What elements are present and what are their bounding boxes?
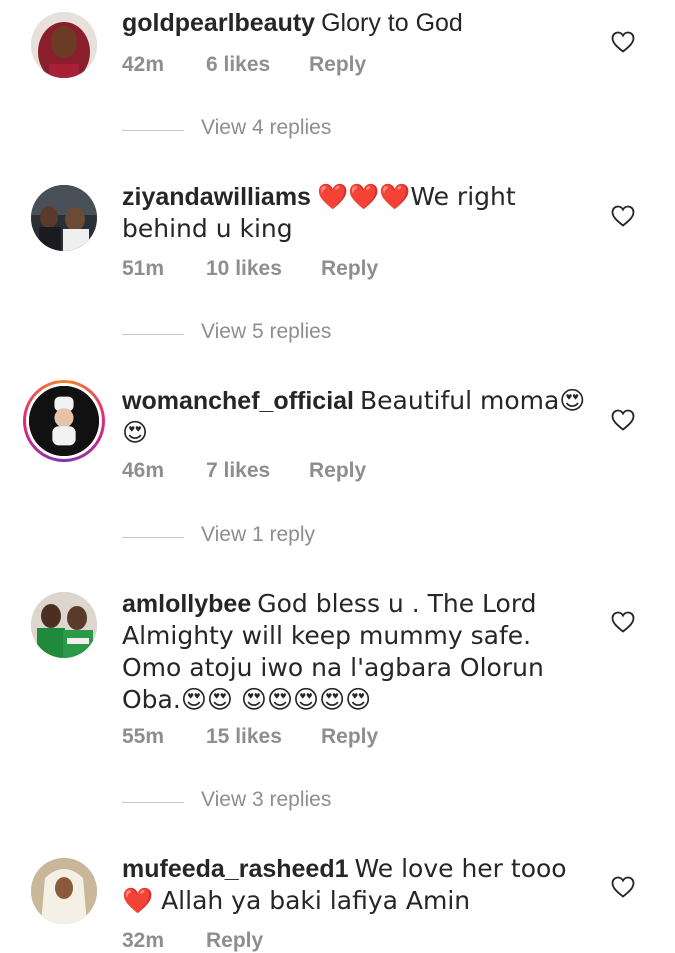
comment-username[interactable]: goldpearlbeauty xyxy=(122,9,315,37)
avatar[interactable] xyxy=(31,592,97,658)
heart-icon[interactable] xyxy=(611,205,635,227)
heart-icon[interactable] xyxy=(611,876,635,898)
view-replies-label: View 3 replies xyxy=(201,788,332,811)
comment-item: amlollybee God bless u . The Lord Almight… xyxy=(0,576,675,821)
reply-button[interactable]: Reply xyxy=(321,257,378,281)
comment-text: goldpearlbeauty Glory to God xyxy=(122,8,592,39)
comment-item: mufeeda_rasheed1 We love her tooo❤️ Allah… xyxy=(0,843,675,952)
comment-time: 42m xyxy=(122,53,165,76)
comment-meta: 51m 10 likes Reply xyxy=(122,257,378,281)
comment-meta: 32m Reply xyxy=(122,929,263,953)
comment-item: ziyandawilliams ❤️❤️❤️We right behind u k… xyxy=(0,170,675,350)
comment-username[interactable]: amlollybee xyxy=(122,590,251,618)
heart-icon[interactable] xyxy=(611,409,635,431)
avatar[interactable] xyxy=(31,185,97,251)
comment-likes[interactable]: 6 likes xyxy=(206,53,309,77)
avatar-image xyxy=(29,386,99,456)
comments-list: goldpearlbeauty Glory to God 42m 6 likes Re… xyxy=(0,0,675,952)
divider-line xyxy=(122,334,184,335)
comment-time: 51m xyxy=(122,257,165,280)
comment-meta: 42m 6 likes Reply xyxy=(122,53,366,77)
heart-icon[interactable] xyxy=(611,611,635,633)
comment-text: amlollybee God bless u . The Lord Almight… xyxy=(122,588,592,716)
comment-time: 32m xyxy=(122,929,165,952)
reply-button[interactable]: Reply xyxy=(309,459,366,483)
comment-time: 46m xyxy=(122,459,165,482)
avatar-image xyxy=(31,12,97,78)
avatar-image xyxy=(31,185,97,251)
avatar[interactable] xyxy=(31,858,97,924)
heart-icon[interactable] xyxy=(611,31,635,53)
divider-line xyxy=(122,802,184,803)
reply-button[interactable]: Reply xyxy=(206,929,263,953)
comment-username[interactable]: mufeeda_rasheed1 xyxy=(122,855,349,883)
comment-username[interactable]: ziyandawilliams xyxy=(122,183,311,211)
comment-username[interactable]: womanchef_official xyxy=(122,387,354,415)
comment-item: womanchef_official Beautiful moma😍 😍 46m 7… xyxy=(0,372,675,552)
comment-time: 55m xyxy=(122,725,165,748)
comment-likes[interactable]: 10 likes xyxy=(206,257,321,281)
avatar-image xyxy=(31,858,97,924)
comment-meta: 55m 15 likes Reply xyxy=(122,725,378,749)
comment-text: womanchef_official Beautiful moma😍 😍 xyxy=(122,385,592,449)
comment-likes[interactable]: 15 likes xyxy=(206,725,321,749)
avatar[interactable] xyxy=(31,12,97,78)
view-replies-label: View 1 reply xyxy=(201,523,316,546)
comment-body: Glory to God xyxy=(321,9,463,37)
comment-text: ziyandawilliams ❤️❤️❤️We right behind u k… xyxy=(122,181,592,245)
comment-text: mufeeda_rasheed1 We love her tooo❤️ Allah… xyxy=(122,853,592,917)
avatar[interactable] xyxy=(23,380,105,462)
divider-line xyxy=(122,537,184,538)
view-replies-label: View 5 replies xyxy=(201,320,332,343)
view-replies-label: View 4 replies xyxy=(201,116,332,139)
reply-button[interactable]: Reply xyxy=(321,725,378,749)
avatar-image xyxy=(31,592,97,658)
comment-meta: 46m 7 likes Reply xyxy=(122,459,366,483)
divider-line xyxy=(122,130,184,131)
comment-item: goldpearlbeauty Glory to God 42m 6 likes Re… xyxy=(0,0,675,150)
comment-likes[interactable]: 7 likes xyxy=(206,459,309,483)
reply-button[interactable]: Reply xyxy=(309,53,366,77)
